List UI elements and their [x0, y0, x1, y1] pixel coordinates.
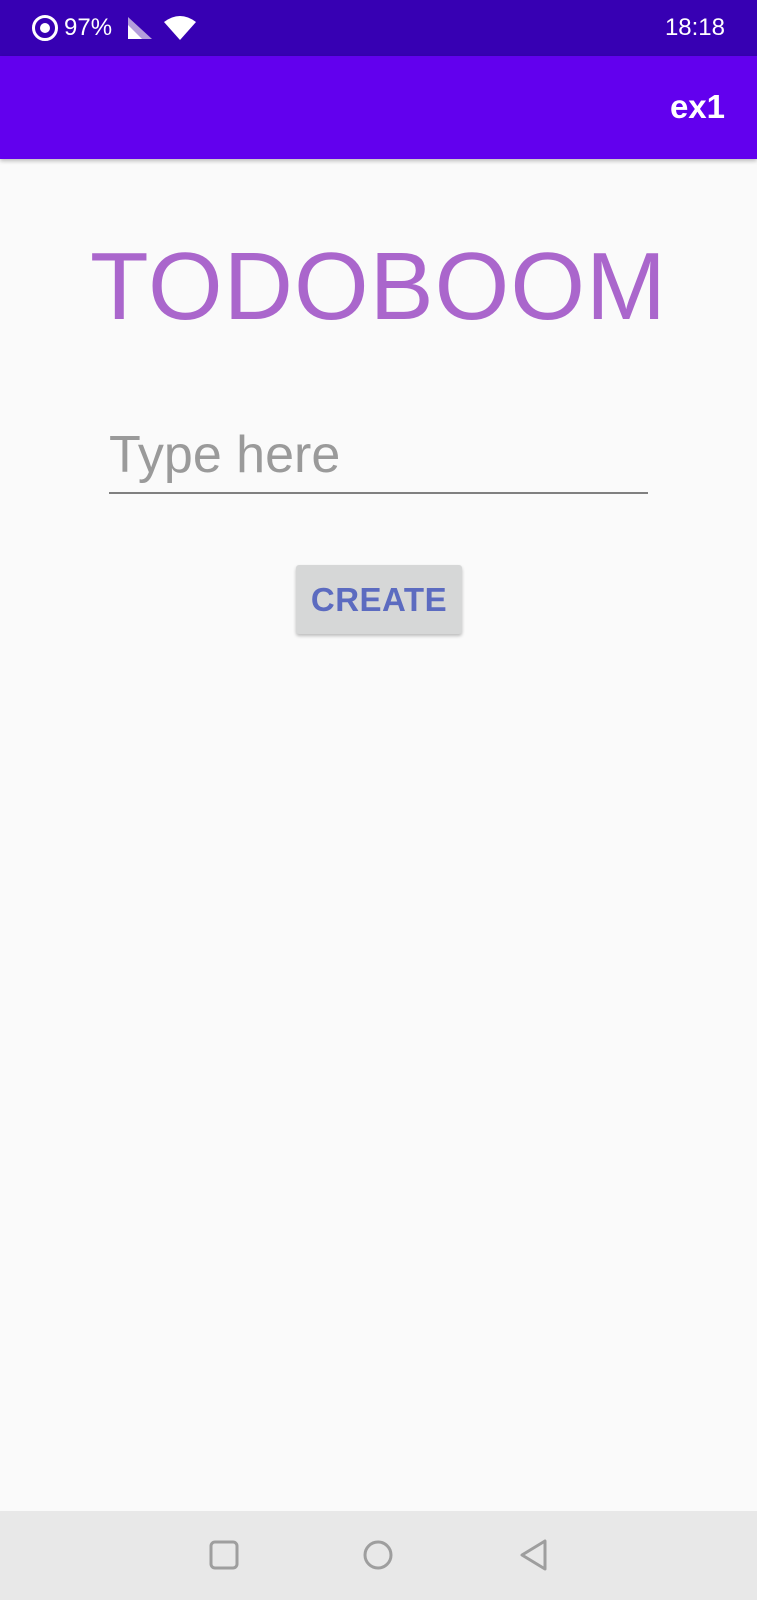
clock: 18:18 — [664, 14, 725, 41]
wifi-icon — [164, 16, 197, 40]
todo-input-container — [109, 418, 648, 494]
back-icon — [520, 1539, 547, 1571]
back-button[interactable] — [510, 1531, 558, 1579]
navigation-bar — [0, 1511, 757, 1600]
status-left: 97% — [32, 14, 198, 42]
status-bar: 97% 18:18 — [0, 0, 757, 56]
todo-input[interactable] — [109, 418, 648, 492]
page-title: TODOBOOM — [90, 233, 667, 340]
home-icon — [363, 1540, 393, 1570]
app-bar: ex1 — [0, 56, 757, 159]
recents-button[interactable] — [200, 1531, 248, 1579]
create-button[interactable]: CREATE — [296, 565, 462, 634]
home-button[interactable] — [354, 1531, 402, 1579]
recents-icon — [209, 1540, 239, 1570]
signal-icon — [128, 17, 153, 39]
ring-icon — [32, 15, 58, 41]
battery-percentage: 97% — [64, 14, 113, 41]
app-title: ex1 — [669, 88, 725, 125]
